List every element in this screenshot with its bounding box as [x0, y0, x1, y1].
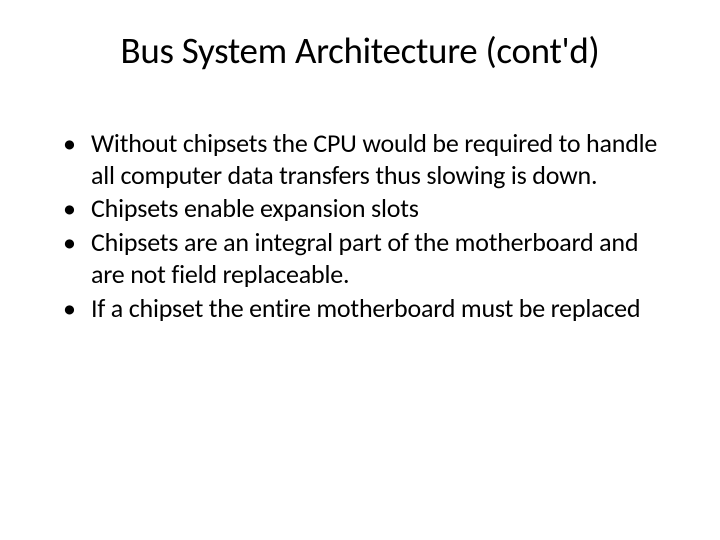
bullet-item: If a chipset the entire motherboard must… — [63, 293, 675, 325]
slide-title: Bus System Architecture (cont'd) — [45, 28, 675, 73]
bullet-item: Without chipsets the CPU would be requir… — [63, 128, 675, 191]
bullet-list: Without chipsets the CPU would be requir… — [45, 128, 675, 324]
bullet-item: Chipsets enable expansion slots — [63, 193, 675, 225]
bullet-item: Chipsets are an integral part of the mot… — [63, 227, 675, 290]
slide-container: Bus System Architecture (cont'd) Without… — [0, 0, 720, 540]
